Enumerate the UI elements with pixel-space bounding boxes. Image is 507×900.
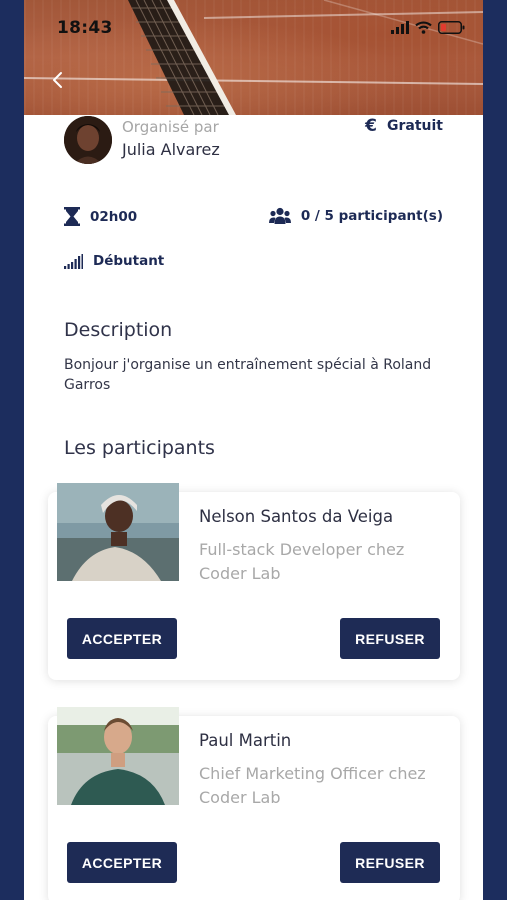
level-bars-icon — [64, 253, 83, 269]
euro-icon: € — [365, 116, 377, 136]
participant-name: Nelson Santos da Veiga — [199, 507, 394, 526]
refuse-button[interactable]: REFUSER — [340, 842, 440, 883]
participant-card: Paul Martin Chief Marketing Officer chez… — [48, 707, 460, 900]
accept-button[interactable]: ACCEPTER — [67, 842, 177, 883]
duration-label: 02h00 — [90, 208, 138, 225]
back-button[interactable] — [48, 70, 68, 90]
event-detail-screen: 18:43 Organisé par Julia Alvarez € Gratu… — [24, 0, 483, 900]
level-info: Débutant — [64, 253, 164, 269]
organizer-name: Julia Alvarez — [122, 140, 220, 159]
duration-info: 02h00 — [64, 207, 137, 226]
description-text: Bonjour j'organise un entraînement spéci… — [64, 357, 432, 393]
chevron-left-icon — [53, 72, 62, 88]
refuse-button[interactable]: REFUSER — [340, 618, 440, 659]
participant-photo-paul — [57, 707, 179, 805]
participants-count-label: 0 / 5 participant(s) — [300, 207, 443, 224]
participant-photo — [57, 483, 179, 581]
participant-card: Nelson Santos da Veiga Full-stack Develo… — [48, 483, 460, 680]
signal-icon — [391, 20, 409, 34]
participant-photo-nelson — [57, 483, 179, 581]
participant-role: Full-stack Developer chez Coder Lab — [199, 540, 405, 583]
organizer-photo — [64, 116, 112, 164]
organizer-avatar — [64, 116, 112, 164]
participant-role: Chief Marketing Officer chez Coder Lab — [199, 764, 426, 807]
participant-photo — [57, 707, 179, 805]
status-icons — [391, 20, 465, 34]
participants-count-info: 0 / 5 participant(s) — [268, 207, 443, 224]
participant-name: Paul Martin — [199, 731, 292, 750]
description-title: Description — [64, 319, 173, 341]
price-label: Gratuit — [387, 118, 443, 134]
hero-image: 18:43 — [24, 0, 483, 115]
wifi-icon — [415, 20, 432, 34]
hourglass-icon — [64, 207, 80, 226]
level-label: Débutant — [93, 253, 165, 269]
users-icon — [268, 207, 291, 224]
battery-icon — [438, 20, 465, 34]
status-time: 18:43 — [57, 18, 113, 38]
participants-title: Les participants — [64, 437, 215, 459]
status-bar: 18:43 — [24, 0, 483, 48]
price-info: € Gratuit — [365, 116, 443, 136]
organizer-label: Organisé par — [122, 118, 219, 136]
accept-button[interactable]: ACCEPTER — [67, 618, 177, 659]
